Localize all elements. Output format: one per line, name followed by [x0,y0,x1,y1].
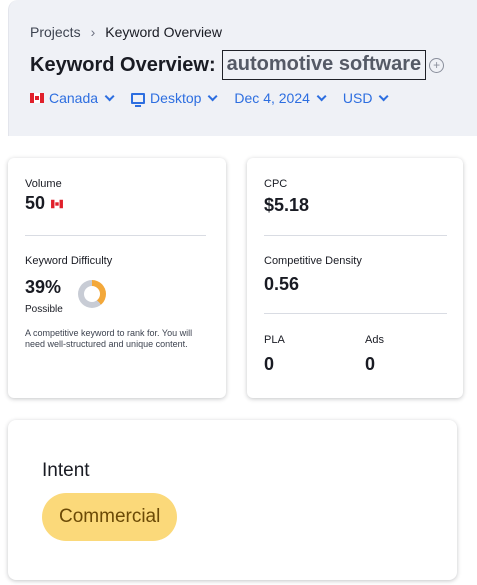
intent-badge: Commercial [42,493,178,541]
canada-flag-icon [30,93,44,103]
volume-metric: 50 [25,193,69,214]
breadcrumb: Projects › Keyword Overview [30,24,222,40]
keyword-overview-page: Projects › Keyword Overview Keyword Over… [0,0,477,585]
intent-card: Intent Commercial [8,420,457,580]
country-selector[interactable]: Canada [30,90,115,106]
chevron-down-icon [379,90,390,101]
pla-value: 0 [264,354,275,374]
country-label: Canada [49,90,99,106]
canada-flag-icon [51,199,63,208]
difficulty-description: A competitive keyword to rank for. You w… [25,328,193,349]
keyword-title[interactable]: automotive software [221,50,427,80]
date-label: Dec 4, 2024 [234,90,310,106]
intent-title: Intent [42,460,90,481]
device-selector[interactable]: Desktop [131,90,218,107]
chevron-down-icon [104,90,115,101]
breadcrumb-projects-link[interactable]: Projects [30,24,81,40]
chevron-down-icon [208,90,218,101]
desktop-icon [131,92,146,107]
ads-label: Ads [365,334,384,346]
chevron-right-icon: › [90,24,96,40]
volume-value: 50 [25,193,46,213]
keyword-difficulty-label: Keyword Difficulty [25,255,113,267]
device-label: Desktop [150,90,202,106]
volume-difficulty-card: Volume 50 Keyword Difficulty 39% Possibl… [8,158,226,398]
page-header: Projects › Keyword Overview Keyword Over… [8,0,477,136]
competitive-density-label: Competitive Density [264,255,362,267]
cpc-density-card: CPC $5.18 Competitive Density 0.56 PLA 0… [247,158,463,398]
breadcrumb-current: Keyword Overview [105,24,222,40]
divider [25,235,206,236]
cpc-label: CPC [264,178,288,190]
page-title-prefix: Keyword Overview: [30,53,216,76]
competitive-density-value: 0.56 [264,274,300,294]
cpc-value: $5.18 [264,195,310,215]
currency-selector[interactable]: USD [342,90,390,106]
date-selector[interactable]: Dec 4, 2024 [234,90,327,106]
keyword-difficulty-value: 39% [25,277,62,297]
pla-label: PLA [264,334,285,346]
ads-value: 0 [365,354,376,374]
difficulty-level: Possible [25,304,63,315]
add-keyword-icon[interactable]: + [429,57,445,73]
difficulty-donut-icon [78,280,106,308]
volume-label: Volume [25,178,62,190]
filter-bar: Canada Desktop Dec 4, 2024 USD [30,90,405,107]
chevron-down-icon [316,90,327,101]
divider [264,235,447,236]
currency-label: USD [342,90,373,106]
divider [264,313,447,314]
page-title: Keyword Overview: automotive software + [30,50,445,80]
